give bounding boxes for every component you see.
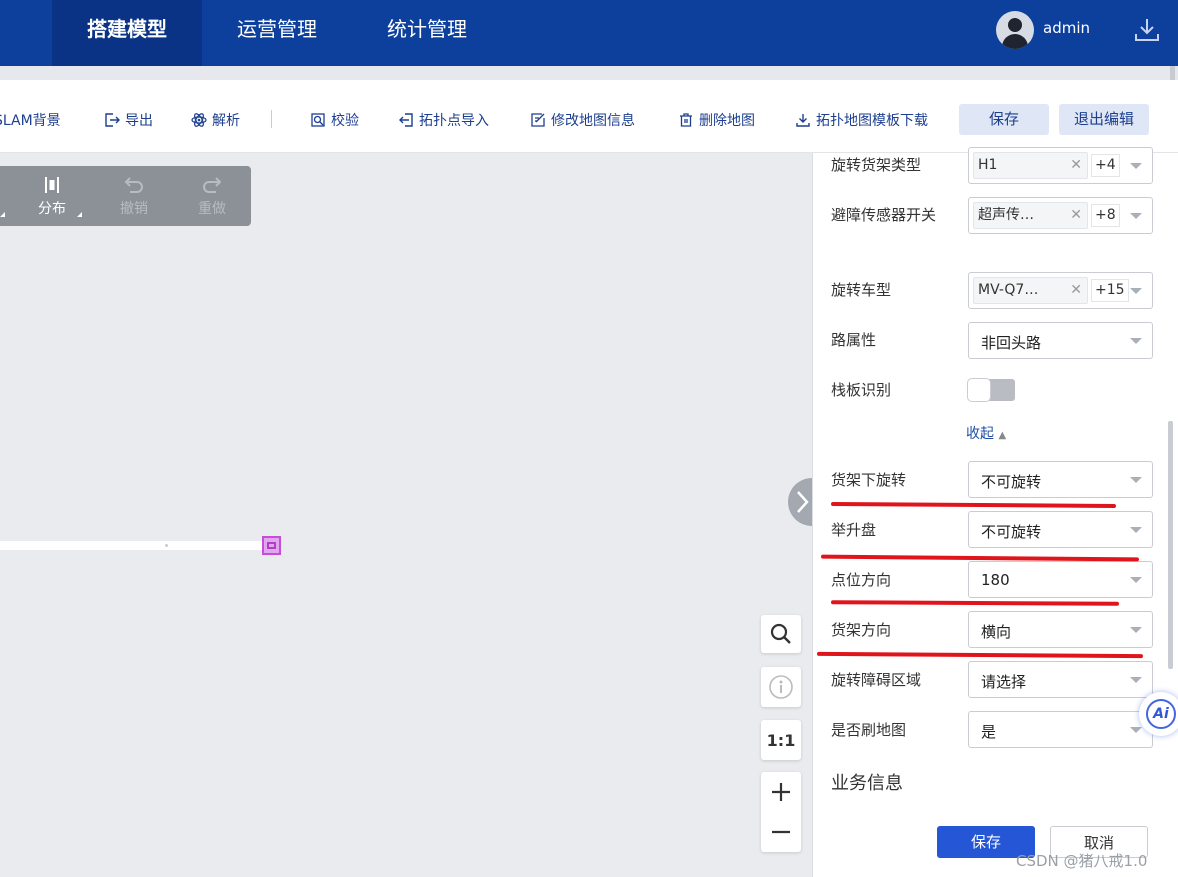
field-label-shelf-direction: 货架方向 bbox=[831, 621, 892, 639]
download-icon bbox=[796, 114, 810, 127]
chevron-down-icon bbox=[1130, 577, 1142, 583]
toolbar-save-button[interactable]: 保存 bbox=[959, 104, 1049, 135]
chevron-down-icon bbox=[1130, 527, 1142, 533]
distribute-dropdown-caret[interactable] bbox=[77, 212, 82, 217]
export-icon bbox=[105, 113, 120, 127]
chevron-down-icon bbox=[1130, 163, 1142, 169]
validate-icon bbox=[311, 113, 325, 127]
red-underline bbox=[830, 502, 1117, 508]
zoom-in-icon[interactable] bbox=[769, 780, 793, 804]
chevron-down-icon bbox=[1130, 338, 1142, 344]
tab-build-model[interactable]: 搭建模型 bbox=[52, 0, 202, 66]
ai-assistant-button[interactable]: Ai bbox=[1139, 692, 1178, 736]
actual-size-button[interactable]: 1:1 bbox=[761, 720, 801, 760]
red-underline bbox=[830, 600, 1120, 606]
map-node[interactable] bbox=[262, 536, 281, 555]
edit-icon bbox=[531, 113, 545, 127]
trash-icon bbox=[680, 113, 692, 127]
search-icon bbox=[770, 623, 791, 644]
floating-toolbar: 分布 撤销 重做 bbox=[0, 166, 251, 226]
username[interactable]: admin bbox=[1043, 19, 1090, 37]
obstacle-sensor-select[interactable]: 超声传… ✕ +8 bbox=[968, 197, 1153, 234]
close-icon[interactable]: ✕ bbox=[1070, 203, 1082, 228]
selected-tag: 超声传… ✕ bbox=[973, 202, 1088, 229]
edit-map-info-button[interactable]: 修改地图信息 bbox=[530, 110, 635, 130]
watermark: CSDN @猪八戒1.0 bbox=[1016, 852, 1148, 870]
rotate-vehicle-select[interactable]: MV-Q7… ✕ +15 bbox=[968, 272, 1153, 309]
road-attribute-select[interactable]: 非回头路 bbox=[968, 322, 1153, 359]
field-label-rotate-shelf-type: 旋转货架类型 bbox=[831, 156, 922, 174]
slam-background-button[interactable]: SLAM背景 bbox=[0, 110, 61, 130]
search-button[interactable] bbox=[761, 615, 801, 653]
map-canvas[interactable]: 分布 撤销 重做 1:1 bbox=[0, 153, 818, 877]
panel-scrollbar[interactable] bbox=[1168, 421, 1173, 669]
undo-icon bbox=[124, 177, 143, 193]
lift-plate-select[interactable]: 不可旋转 bbox=[968, 511, 1153, 548]
distribute-icon bbox=[45, 177, 59, 193]
align-dropdown-caret[interactable] bbox=[0, 212, 5, 217]
toolbar: SLAM背景 导出 解析 校验 拓扑点导入 修改地图信息 删除地图 拓扑地图模板… bbox=[0, 80, 1178, 153]
avatar[interactable] bbox=[996, 11, 1034, 49]
field-label-lift-plate: 举升盘 bbox=[831, 521, 877, 539]
field-label-rotate-obstacle-area: 旋转障碍区域 bbox=[831, 671, 922, 689]
close-icon[interactable]: ✕ bbox=[1070, 153, 1082, 178]
chevron-down-icon bbox=[1130, 627, 1142, 633]
selected-tag: MV-Q7… ✕ bbox=[973, 277, 1088, 304]
distribute-button[interactable]: 分布 bbox=[24, 174, 80, 218]
top-nav: 搭建模型 运营管理 统计管理 admin bbox=[0, 0, 1178, 66]
import-icon bbox=[399, 113, 413, 127]
download-template-button[interactable]: 拓扑地图模板下载 bbox=[795, 110, 928, 130]
field-label-refresh-map: 是否刷地图 bbox=[831, 721, 907, 739]
chevron-down-icon bbox=[1130, 477, 1142, 483]
close-icon[interactable]: ✕ bbox=[1070, 278, 1082, 303]
field-label-point-direction: 点位方向 bbox=[831, 571, 892, 589]
selected-tag: H1 ✕ bbox=[973, 152, 1088, 179]
properties-panel: 旋转货架类型 H1 ✕ +4 避障传感器开关 超声传… ✕ +8 旋转车型 MV-Q… bbox=[812, 147, 1178, 877]
pallet-recognition-toggle[interactable] bbox=[967, 378, 1015, 402]
info-button[interactable] bbox=[761, 667, 801, 707]
field-label-rotate-vehicle: 旋转车型 bbox=[831, 281, 892, 299]
toolbar-divider bbox=[271, 110, 272, 128]
parse-button[interactable]: 解析 bbox=[191, 110, 240, 130]
chevron-down-icon bbox=[1130, 677, 1142, 683]
undo-button[interactable]: 撤销 bbox=[106, 174, 162, 218]
zoom-controls bbox=[761, 772, 801, 852]
chevron-down-icon bbox=[1130, 213, 1142, 219]
exit-edit-button[interactable]: 退出编辑 bbox=[1059, 104, 1149, 135]
rotate-obstacle-area-select[interactable]: 请选择 bbox=[968, 661, 1153, 698]
refresh-map-select[interactable]: 是 bbox=[968, 711, 1153, 748]
field-label-road-attribute: 路属性 bbox=[831, 331, 877, 349]
info-icon bbox=[769, 675, 793, 699]
redo-button[interactable]: 重做 bbox=[184, 174, 240, 218]
more-count-badge: +4 bbox=[1091, 154, 1120, 177]
shelf-rotate-select[interactable]: 不可旋转 bbox=[968, 461, 1153, 498]
field-label-obstacle-sensor: 避障传感器开关 bbox=[831, 206, 937, 224]
more-count-badge: +8 bbox=[1091, 204, 1120, 227]
tab-operations[interactable]: 运营管理 bbox=[202, 0, 352, 66]
map-road-segment[interactable] bbox=[0, 541, 272, 550]
redo-icon bbox=[203, 177, 222, 193]
field-label-shelf-rotate: 货架下旋转 bbox=[831, 471, 907, 489]
red-underline bbox=[816, 651, 1144, 659]
top-strip bbox=[0, 66, 1178, 80]
rotate-shelf-type-select[interactable]: H1 ✕ +4 bbox=[968, 147, 1153, 184]
zoom-out-icon[interactable] bbox=[769, 820, 793, 844]
shelf-direction-select[interactable]: 横向 bbox=[968, 611, 1153, 648]
field-label-pallet-recognition: 栈板识别 bbox=[831, 381, 892, 399]
collapse-link[interactable]: 收起 ▲ bbox=[966, 423, 1006, 443]
more-count-badge: +15 bbox=[1091, 279, 1129, 302]
chevron-down-icon bbox=[1130, 727, 1142, 733]
export-button[interactable]: 导出 bbox=[104, 110, 153, 130]
validate-button[interactable]: 校验 bbox=[310, 110, 359, 130]
delete-map-button[interactable]: 删除地图 bbox=[678, 110, 755, 130]
tab-statistics[interactable]: 统计管理 bbox=[352, 0, 502, 66]
point-direction-select[interactable]: 180 bbox=[968, 561, 1153, 598]
topology-import-button[interactable]: 拓扑点导入 bbox=[398, 110, 489, 130]
caret-up-icon: ▲ bbox=[998, 430, 1007, 441]
section-title-business-info: 业务信息 bbox=[831, 773, 903, 794]
chevron-down-icon bbox=[1130, 288, 1142, 294]
atom-icon bbox=[191, 113, 207, 127]
download-icon[interactable] bbox=[1133, 16, 1161, 44]
